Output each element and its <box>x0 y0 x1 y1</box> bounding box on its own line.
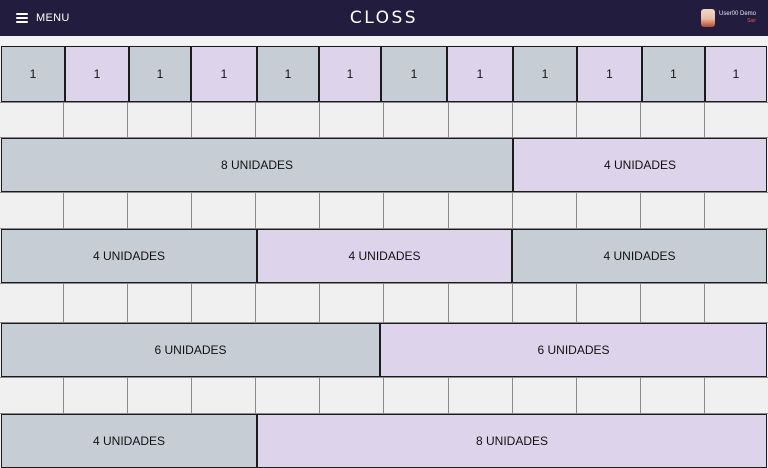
unit-block[interactable]: 4 UNIDADES <box>257 229 512 283</box>
unit-block[interactable]: 8 UNIDADES <box>257 414 767 468</box>
unit-block[interactable]: 1 <box>381 46 447 102</box>
unit-block[interactable]: 1 <box>577 46 642 102</box>
unit-block[interactable]: 6 UNIDADES <box>380 323 767 377</box>
unit-block[interactable]: 4 UNIDADES <box>513 138 767 192</box>
empty-grid-row <box>0 377 768 414</box>
unit-block[interactable]: 1 <box>642 46 705 102</box>
header-divider <box>0 36 768 45</box>
unit-block[interactable]: 1 <box>1 46 65 102</box>
unit-block[interactable]: 1 <box>447 46 513 102</box>
unit-block[interactable]: 1 <box>65 46 129 102</box>
units-board: 1 1 1 1 1 1 1 1 1 1 1 1 8 UNIDADES 4 UNI… <box>0 45 768 468</box>
unit-block[interactable]: 4 UNIDADES <box>512 229 767 283</box>
unit-block[interactable]: 4 UNIDADES <box>1 414 257 468</box>
logo-text: CLOSS <box>349 8 419 28</box>
unit-block[interactable]: 6 UNIDADES <box>1 323 380 377</box>
unit-block[interactable]: 1 <box>319 46 381 102</box>
empty-grid-row <box>0 192 768 229</box>
menu-button[interactable]: MENU <box>16 10 70 26</box>
logout-link[interactable]: Sair <box>719 18 756 25</box>
unit-block[interactable]: 1 <box>129 46 191 102</box>
user-menu[interactable]: User00 Demo Sair <box>700 7 756 29</box>
unit-block[interactable]: 1 <box>257 46 319 102</box>
hamburger-icon <box>16 13 28 23</box>
top-bar: MENU CLOSS User00 Demo Sair <box>0 0 768 36</box>
empty-grid-row <box>0 102 768 138</box>
unit-block[interactable]: 1 <box>513 46 577 102</box>
unit-block[interactable]: 1 <box>705 46 767 102</box>
unit-block[interactable]: 4 UNIDADES <box>1 229 257 283</box>
avatar <box>700 9 715 27</box>
unit-block[interactable]: 1 <box>191 46 257 102</box>
menu-label: MENU <box>36 12 70 24</box>
unit-block[interactable]: 8 UNIDADES <box>1 138 513 192</box>
empty-grid-row <box>0 283 768 323</box>
brand-logo[interactable]: CLOSS <box>335 6 433 30</box>
user-name: User00 Demo <box>718 11 756 17</box>
